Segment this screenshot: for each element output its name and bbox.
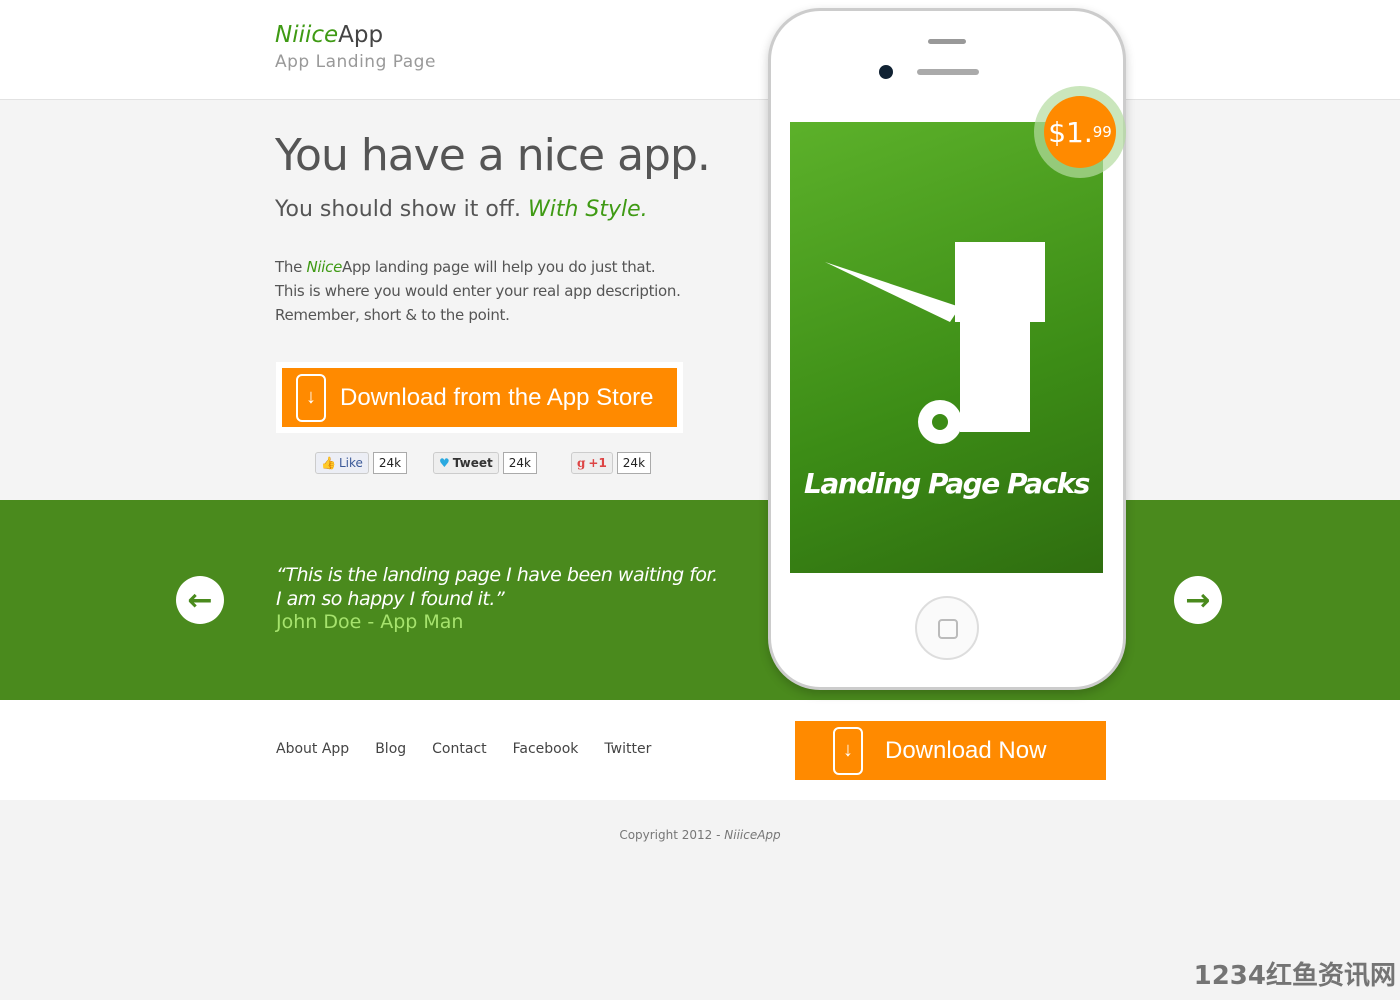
camera-icon: [879, 65, 893, 79]
nav-twitter[interactable]: Twitter: [604, 741, 651, 757]
nav-facebook[interactable]: Facebook: [513, 741, 579, 757]
copyright: Copyright 2012 - NiiiceApp: [619, 828, 781, 842]
home-button: [915, 596, 979, 660]
phone-download-icon: ↓: [833, 726, 863, 775]
price-badge: $1. 99: [1044, 96, 1116, 168]
phone-download-icon: ↓: [296, 373, 326, 422]
prev-arrow-button[interactable]: ←: [176, 576, 224, 624]
testimonial-quote: “This is the landing page I have been wa…: [276, 564, 718, 610]
thumbs-up-icon: 👍: [321, 456, 336, 470]
twitter-bird-icon: ♥: [439, 456, 450, 470]
footer-nav-section: [0, 700, 1400, 800]
phone-screen: Landing Page Packs: [790, 122, 1103, 573]
facebook-like[interactable]: 👍 Like 24k: [315, 452, 408, 474]
page-title: You have a nice app.: [275, 130, 711, 181]
watermark: 1234红鱼资讯网: [1193, 961, 1396, 991]
earpiece: [917, 69, 979, 75]
header: [0, 0, 1400, 100]
speaker: [928, 39, 966, 44]
google-plus-button[interactable]: g +1 24k: [571, 452, 652, 474]
description: The NiiceApp landing page will help you …: [275, 258, 681, 324]
tweet-button[interactable]: ♥ Tweet 24k: [433, 452, 537, 474]
download-now-button[interactable]: ↓ Download Now: [795, 721, 1106, 780]
app-store-download-button[interactable]: ↓ Download from the App Store: [282, 368, 677, 427]
nav-contact[interactable]: Contact: [432, 741, 486, 757]
google-icon: g: [577, 456, 586, 470]
testimonial-author: John Doe - App Man: [276, 611, 464, 633]
subtitle: You should show it off. With Style.: [275, 197, 648, 222]
tagline: App Landing Page: [275, 52, 436, 72]
screen-title: Landing Page Packs: [804, 467, 1090, 500]
app-logo-graphic: [825, 242, 1045, 444]
next-arrow-button[interactable]: →: [1174, 576, 1222, 624]
logo[interactable]: NiiiceApp: [275, 22, 383, 48]
nav-about-app[interactable]: About App: [276, 741, 349, 757]
nav-blog[interactable]: Blog: [375, 741, 406, 757]
footer-nav: About App Blog Contact Facebook Twitter: [276, 741, 651, 757]
